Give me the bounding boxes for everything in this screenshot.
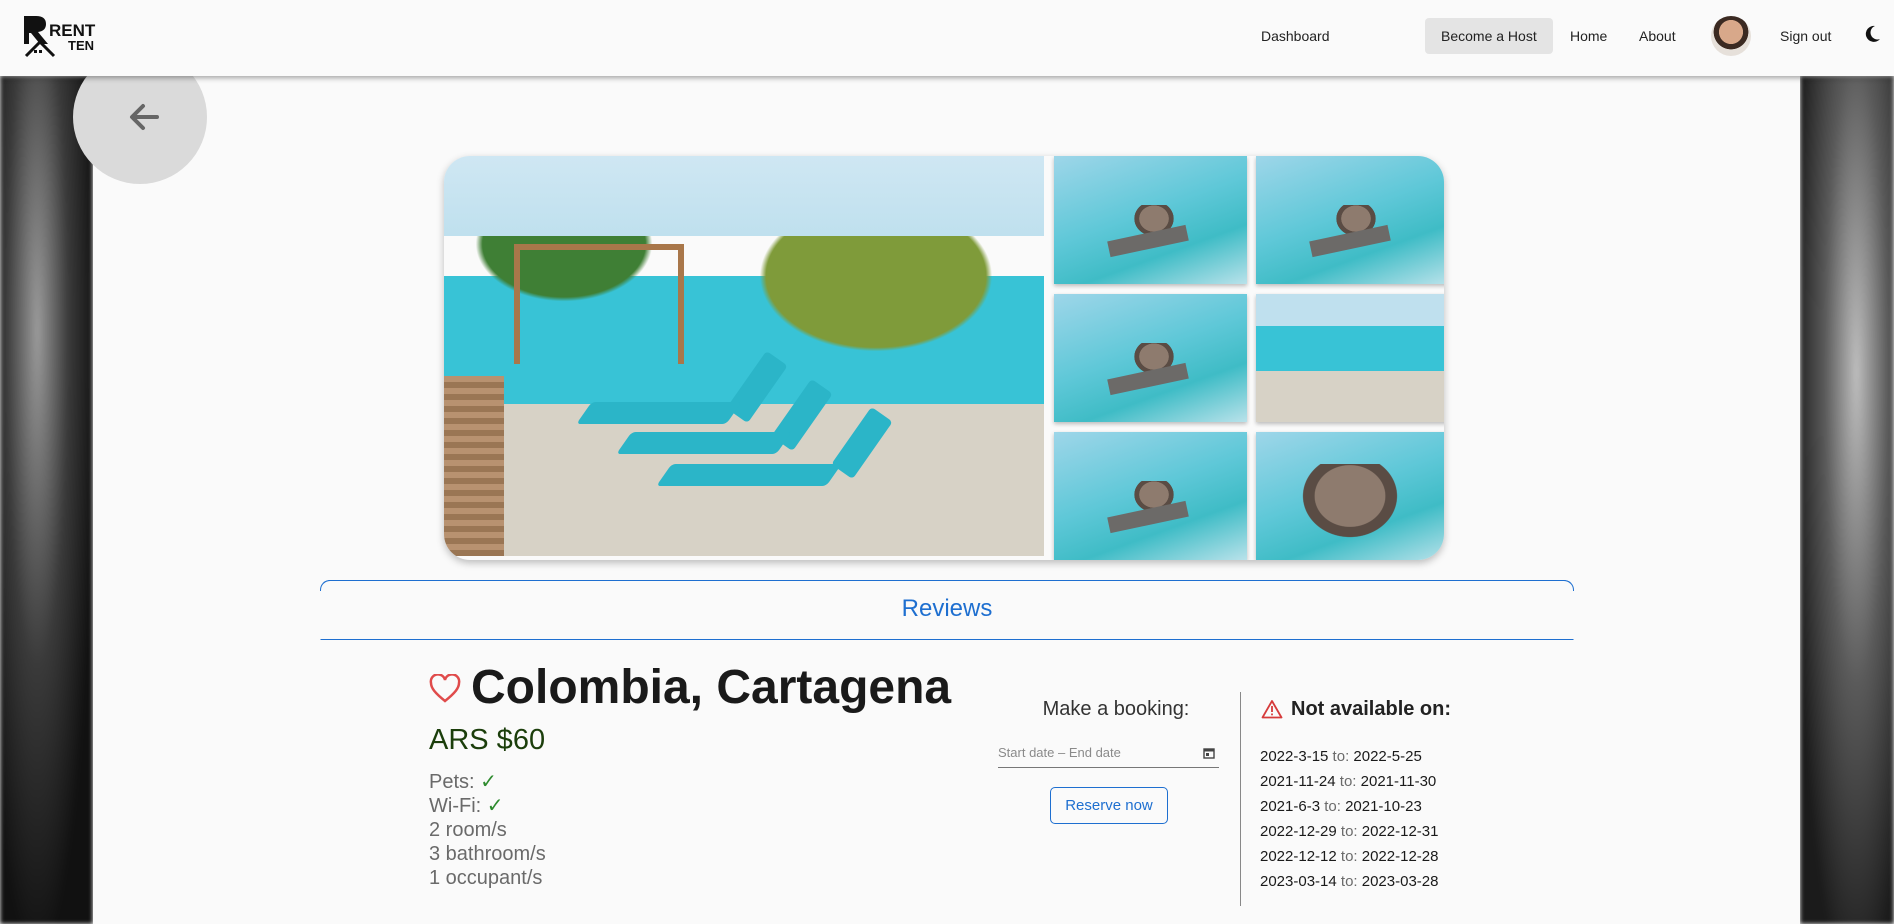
feature-wifi: Wi-Fi: ✓ [429, 795, 504, 817]
feature-occupants: 1 occupant/s [429, 867, 543, 889]
nav-home[interactable]: Home [1554, 18, 1623, 54]
nav-become-host[interactable]: Become a Host [1425, 18, 1553, 54]
thumbnail-photo[interactable] [1054, 156, 1247, 284]
listing-title: Colombia, Cartagena [471, 661, 952, 714]
heart-icon[interactable] [429, 674, 461, 704]
listing-page: Reviews Colombia, Cartagena ARS $60 Pets… [73, 50, 1800, 924]
arrow-left-icon [130, 104, 159, 130]
list-item: 2022-12-12 to: 2022-12-28 [1260, 848, 1439, 865]
list-item: 2023-03-14 to: 2023-03-28 [1260, 873, 1439, 890]
list-item: 2021-11-24 to: 2021-11-30 [1260, 773, 1437, 790]
navbar: RENT TEN Dashboard Become a Host Home Ab… [0, 0, 1894, 76]
date-range-placeholder: Start date – End date [998, 745, 1121, 760]
listing-price: ARS $60 [429, 724, 546, 756]
feature-bathrooms: 3 bathroom/s [429, 843, 546, 865]
list-item: 2022-3-15 to: 2022-5-25 [1260, 748, 1422, 765]
svg-text:TEN: TEN [68, 38, 94, 53]
list-item: 2021-6-3 to: 2021-10-23 [1260, 798, 1422, 815]
reserve-now-button[interactable]: Reserve now [1050, 787, 1168, 824]
divider [1240, 692, 1241, 906]
reviews-tab[interactable]: Reviews [320, 580, 1574, 640]
logo[interactable]: RENT TEN [22, 14, 108, 58]
nav-about[interactable]: About [1623, 18, 1692, 54]
thumbnail-photo[interactable] [1256, 156, 1444, 284]
photo-gallery [444, 156, 1444, 560]
nav-dashboard[interactable]: Dashboard [1245, 18, 1346, 54]
main-photo[interactable] [444, 156, 1044, 556]
thumbnail-photo[interactable] [1256, 432, 1444, 560]
list-item: 2022-12-29 to: 2022-12-31 [1260, 823, 1439, 840]
thumbnail-photo[interactable] [1256, 294, 1444, 422]
background-right [1800, 76, 1894, 924]
feature-pets: Pets: ✓ [429, 771, 497, 793]
unavailable-dates-list: 2022-3-15 to: 2022-5-25 2021-11-24 to: 2… [1260, 744, 1438, 894]
nav-sign-out[interactable]: Sign out [1764, 18, 1847, 54]
calendar-icon[interactable] [1203, 747, 1215, 759]
warning-icon [1261, 700, 1283, 719]
check-icon: ✓ [480, 771, 497, 793]
background-left [0, 76, 93, 924]
not-available-title: Not available on: [1291, 698, 1452, 720]
booking-title: Make a booking: [1042, 698, 1190, 720]
thumbnail-photo[interactable] [1054, 294, 1247, 422]
avatar[interactable] [1711, 16, 1751, 56]
date-range-input[interactable]: Start date – End date [998, 740, 1219, 768]
feature-rooms: 2 room/s [429, 819, 507, 841]
listing-features: Pets: ✓ Wi-Fi: ✓ 2 room/s 3 bathroom/s 1… [429, 770, 546, 890]
moon-icon[interactable] [1862, 24, 1882, 44]
thumbnail-photo[interactable] [1054, 432, 1247, 560]
check-icon: ✓ [486, 795, 504, 817]
